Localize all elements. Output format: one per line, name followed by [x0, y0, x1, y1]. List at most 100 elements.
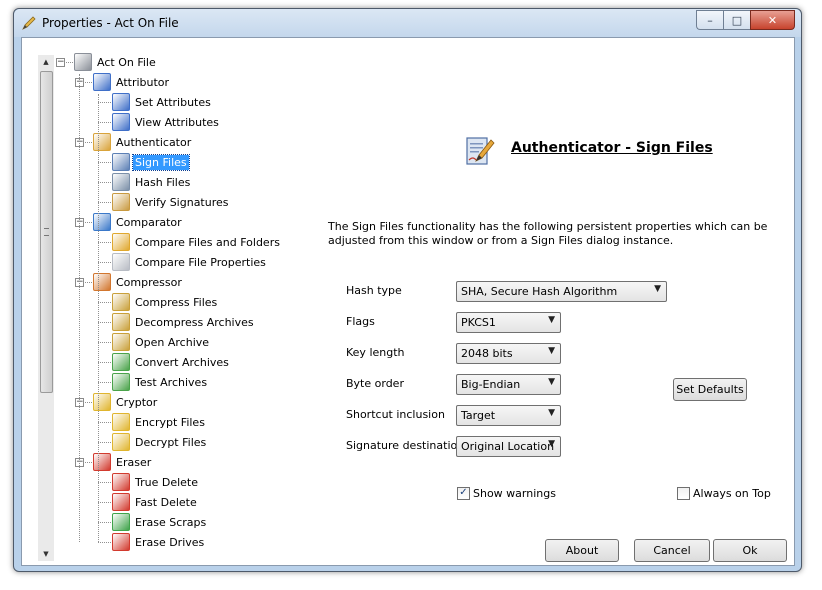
tree-item-compressor[interactable]: Compressor: [93, 273, 184, 291]
chevron-down-icon: ▼: [548, 377, 555, 387]
chevron-down-icon: ▼: [548, 408, 555, 418]
sign-files-large-icon: [466, 137, 495, 165]
tree-item-label: True Delete: [135, 475, 199, 489]
tree-item-label: Encrypt Files: [135, 415, 205, 429]
tree-item-hash-files[interactable]: Hash Files: [112, 173, 192, 191]
tree-item-decompress-archives[interactable]: Decompress Archives: [112, 313, 256, 331]
tree-item-authenticator[interactable]: Authenticator: [93, 133, 193, 151]
scroll-up-arrow[interactable]: ▲: [38, 55, 54, 69]
app-pen-icon: [22, 16, 36, 30]
tree-connector: [98, 242, 111, 243]
scroll-down-arrow[interactable]: ▼: [38, 547, 54, 561]
tree-connector: [98, 322, 111, 323]
tools-icon: [74, 53, 92, 71]
tree-item-label: View Attributes: [135, 115, 219, 129]
tree-connector: [98, 442, 111, 443]
key-length-select[interactable]: 2048 bits ▼: [456, 343, 561, 364]
signature-destination-select[interactable]: Original Location ▼: [456, 436, 561, 457]
tree-item-label: Erase Scraps: [135, 515, 207, 529]
tree-item-open-archive[interactable]: Open Archive: [112, 333, 211, 351]
tree-item-label: Set Attributes: [135, 95, 211, 109]
shortcut-inclusion-select[interactable]: Target ▼: [456, 405, 561, 426]
tree-item-convert-archives[interactable]: Convert Archives: [112, 353, 231, 371]
about-button[interactable]: About: [545, 539, 619, 562]
tree-connector: [98, 422, 111, 423]
tree-item-set-attributes[interactable]: Set Attributes: [112, 93, 213, 111]
tree-item-compare-files-and-folders[interactable]: Compare Files and Folders: [112, 233, 282, 251]
tree-connector: [98, 542, 111, 543]
tree-item-label: Compare Files and Folders: [135, 235, 280, 249]
tree-connector: [98, 522, 111, 523]
tree-connector: [98, 342, 111, 343]
tree-item-erase-scraps[interactable]: Erase Scraps: [112, 513, 208, 531]
maximize-button[interactable]: □: [723, 10, 750, 30]
key-length-value: 2048 bits: [461, 347, 513, 360]
fast-delete-icon: [112, 493, 130, 511]
checkbox-check-icon: ✓: [457, 487, 470, 500]
hash-type-select[interactable]: SHA, Secure Hash Algorithm ▼: [456, 281, 667, 302]
close-button[interactable]: ✕: [750, 10, 795, 30]
chevron-down-icon: ▼: [548, 315, 555, 325]
tree-item-label: Verify Signatures: [135, 195, 229, 209]
open-archive-icon: [112, 333, 130, 351]
chevron-down-icon: ▼: [654, 284, 661, 294]
key-length-label: Key length: [346, 346, 405, 359]
tree-connector: [98, 262, 111, 263]
checkbox-box: [677, 487, 690, 500]
always-on-top-checkbox[interactable]: Always on Top: [677, 487, 771, 500]
set-defaults-button[interactable]: Set Defaults: [673, 378, 747, 401]
tree-item-verify-signatures[interactable]: Verify Signatures: [112, 193, 231, 211]
tree-item-fast-delete[interactable]: Fast Delete: [112, 493, 199, 511]
flags-select[interactable]: PKCS1 ▼: [456, 312, 561, 333]
tree-item-sign-files[interactable]: Sign Files: [112, 153, 190, 171]
tree-item-compress-files[interactable]: Compress Files: [112, 293, 219, 311]
tree-scrollbar[interactable]: ▲ ▼: [38, 55, 54, 561]
decrypt-files-icon: [112, 433, 130, 451]
tree-connector: [98, 182, 111, 183]
sign-files-icon: [112, 153, 130, 171]
tree-item-view-attributes[interactable]: View Attributes: [112, 113, 221, 131]
decompress-archives-icon: [112, 313, 130, 331]
tree-connector: [98, 302, 111, 303]
description-text: The Sign Files functionality has the fol…: [328, 220, 768, 247]
scroll-thumb[interactable]: [40, 71, 53, 393]
tree-item-true-delete[interactable]: True Delete: [112, 473, 200, 491]
signature-destination-value: Original Location: [461, 440, 555, 453]
page-heading: Authenticator - Sign Files: [511, 140, 713, 156]
show-warnings-checkbox[interactable]: ✓ Show warnings: [457, 487, 556, 500]
tree-item-label: Decrypt Files: [135, 435, 207, 449]
compress-files-icon: [112, 293, 130, 311]
collapse-toggle[interactable]: −: [56, 58, 65, 67]
tree-item-compare-file-properties[interactable]: Compare File Properties: [112, 253, 268, 271]
tree-item-label: Open Archive: [135, 335, 210, 349]
tree-guide-line: [98, 94, 99, 542]
set-attributes-icon: [112, 93, 130, 111]
tree-item-label: Test Archives: [135, 375, 208, 389]
tree-item-attributor[interactable]: Attributor: [93, 73, 171, 91]
tree-item-cryptor[interactable]: Cryptor: [93, 393, 159, 411]
byte-order-select[interactable]: Big-Endian ▼: [456, 374, 561, 395]
tree-item-label: Cryptor: [116, 395, 158, 409]
tree-item-act-on-file[interactable]: Act On File: [74, 53, 158, 71]
tree-item-encrypt-files[interactable]: Encrypt Files: [112, 413, 207, 431]
true-delete-icon: [112, 473, 130, 491]
cancel-button[interactable]: Cancel: [634, 539, 710, 562]
window-title: Properties - Act On File: [42, 16, 179, 30]
tree-item-erase-drives[interactable]: Erase Drives: [112, 533, 206, 551]
signature-destination-label: Signature destination: [346, 439, 465, 452]
eraser-icon: [93, 453, 111, 471]
shortcut-inclusion-label: Shortcut inclusion: [346, 408, 445, 421]
show-warnings-label: Show warnings: [473, 487, 556, 500]
tree-item-decrypt-files[interactable]: Decrypt Files: [112, 433, 208, 451]
hash-type-value: SHA, Secure Hash Algorithm: [461, 285, 618, 298]
tree-item-test-archives[interactable]: Test Archives: [112, 373, 209, 391]
tree-item-eraser[interactable]: Eraser: [93, 453, 153, 471]
chevron-down-icon: ▼: [548, 346, 555, 356]
feature-tree[interactable]: ▲ ▼ Act On File − Attributor − Set Attribute…: [22, 38, 312, 561]
tree-item-label: Sign Files: [132, 153, 190, 171]
properties-window: Properties - Act On File – □ ✕ ▲ ▼ Act O…: [13, 8, 802, 572]
ok-button[interactable]: Ok: [713, 539, 787, 562]
minimize-button[interactable]: –: [696, 10, 723, 30]
tree-item-comparator[interactable]: Comparator: [93, 213, 184, 231]
title-bar[interactable]: Properties - Act On File – □ ✕: [14, 9, 801, 37]
